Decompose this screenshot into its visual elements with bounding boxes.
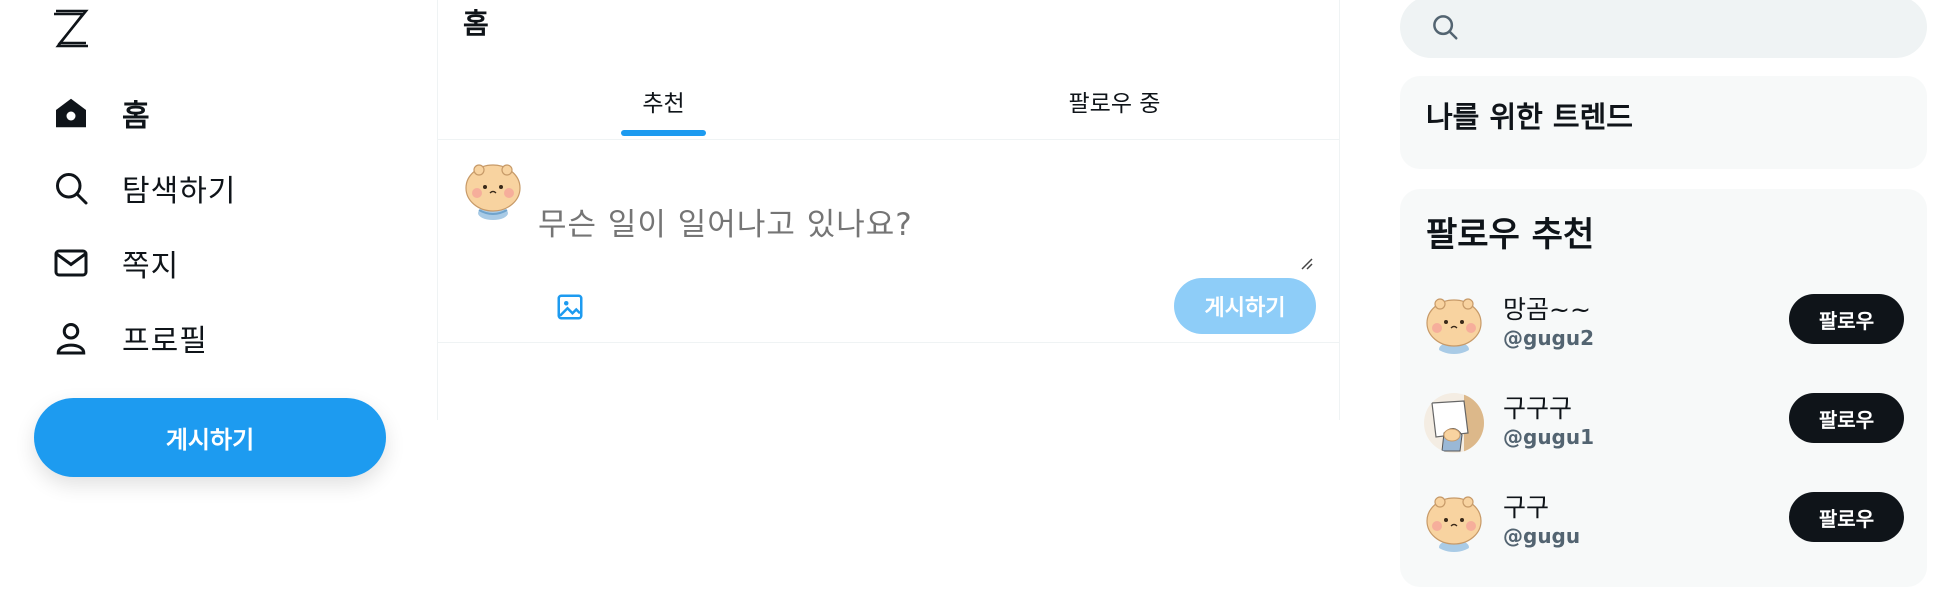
image-icon[interactable]: [550, 287, 590, 327]
sidebar-item-messages[interactable]: 쪽지: [50, 235, 179, 291]
tab-label: 팔로우 중: [1068, 91, 1161, 117]
sidebar-item-label: 프로필: [122, 324, 208, 359]
bear-avatar: [1424, 492, 1484, 552]
post-button[interactable]: 게시하기: [34, 398, 386, 477]
search-icon: [1430, 12, 1460, 42]
trends-title: 나를 위한 트렌드: [1426, 100, 1633, 134]
follow-suggestion[interactable]: 구구 @gugu 팔로우: [1400, 484, 1927, 564]
z-logo-icon[interactable]: [50, 6, 92, 48]
sidebar-item-home[interactable]: 홈: [50, 85, 151, 141]
active-tab-indicator: [621, 130, 706, 136]
follow-button[interactable]: 팔로우: [1789, 294, 1904, 344]
follow-button[interactable]: 팔로우: [1789, 492, 1904, 542]
sidebar-item-label: 홈: [122, 99, 151, 134]
home-icon: [50, 92, 92, 134]
follow-title: 팔로우 추천: [1426, 215, 1595, 255]
user-handle: @gugu1: [1503, 425, 1595, 449]
user-name: 구구구: [1503, 394, 1573, 423]
submit-post-button[interactable]: 게시하기: [1174, 278, 1316, 334]
search-bar[interactable]: [1400, 0, 1927, 58]
sidebar-item-label: 쪽지: [122, 249, 180, 284]
sidebar-item-label: 탐색하기: [122, 174, 237, 209]
user-name: 망곰~~: [1503, 295, 1591, 324]
user-name: 구구: [1503, 493, 1550, 522]
resize-handle-icon[interactable]: [1298, 255, 1314, 271]
search-input[interactable]: [1474, 14, 1914, 40]
tab-following[interactable]: 팔로우 중: [889, 70, 1340, 140]
tab-bar: 추천 팔로우 중: [438, 70, 1339, 140]
trends-panel: 나를 위한 트렌드: [1400, 76, 1927, 169]
tweet-composer: 게시하기: [438, 140, 1339, 343]
follow-suggestion[interactable]: 망곰~~ @gugu2 팔로우: [1400, 286, 1927, 366]
follow-suggestion[interactable]: 구구구 @gugu1 팔로우: [1400, 385, 1927, 465]
bear-avatar: [1424, 294, 1484, 354]
follow-button[interactable]: 팔로우: [1789, 393, 1904, 443]
user-icon: [50, 317, 92, 359]
sidebar-item-profile[interactable]: 프로필: [50, 310, 208, 366]
bear-avatar: [463, 160, 523, 220]
user-handle: @gugu: [1503, 524, 1581, 548]
mail-icon: [50, 242, 92, 284]
tweet-input[interactable]: [538, 175, 1298, 275]
who-to-follow-panel: 팔로우 추천 망곰~~ @gugu2 팔로우 구구구 @gugu1 팔로우 구구…: [1400, 189, 1927, 587]
user-handle: @gugu2: [1503, 326, 1595, 350]
sketch-avatar: [1424, 393, 1484, 453]
page-title: 홈: [463, 7, 489, 40]
sidebar: 홈 탐색하기 쪽지 프로필 게시하기: [0, 0, 437, 607]
search-icon: [50, 167, 92, 209]
sidebar-item-explore[interactable]: 탐색하기: [50, 160, 236, 216]
main-column: 홈 추천 팔로우 중 무슨 일이 일어나고 있나요? 게시하기: [437, 0, 1340, 420]
